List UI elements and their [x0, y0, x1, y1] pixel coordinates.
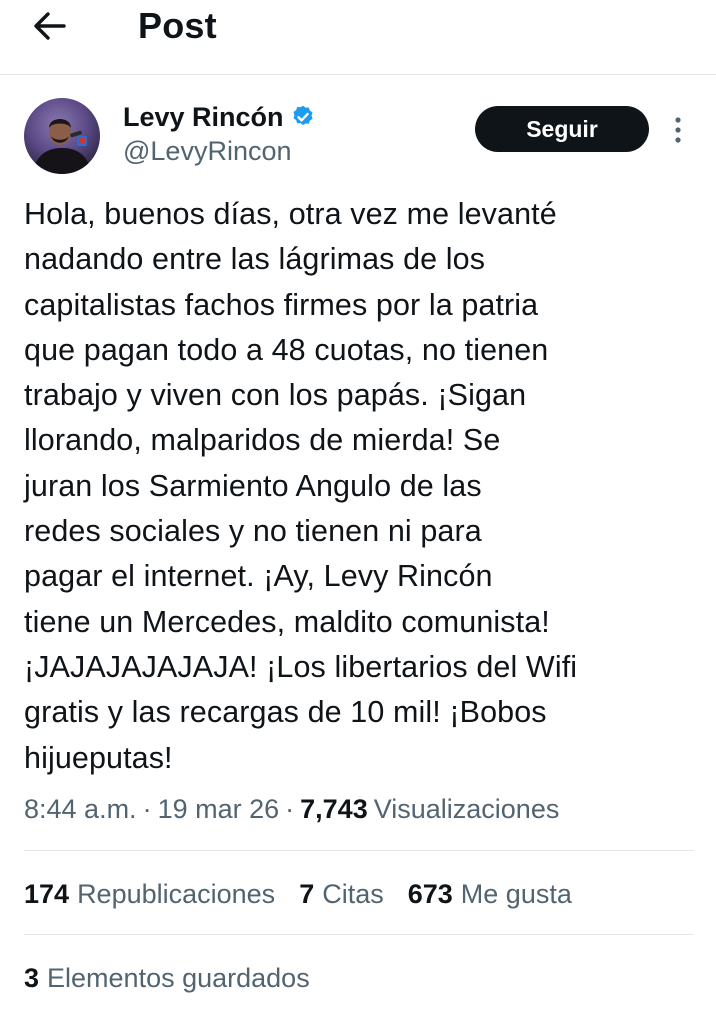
more-options-button[interactable] [666, 112, 690, 148]
post-author: Levy Rincón @LevyRincon Seguir [24, 98, 694, 178]
views-label: Visualizaciones [373, 794, 560, 824]
divider [24, 934, 694, 935]
divider [24, 850, 694, 851]
verified-badge-icon [290, 104, 316, 130]
quotes-stat[interactable]: 7 Citas [299, 872, 384, 916]
follow-button[interactable]: Seguir [475, 106, 649, 152]
likes-count: 673 [407, 879, 453, 909]
post-text: Hola, buenos días, otra vez me levanté n… [24, 197, 578, 775]
reposts-label: Republicaciones [77, 879, 276, 909]
author-name: Levy Rincón [123, 102, 284, 132]
quotes-count: 7 [299, 879, 315, 909]
bookmarks-stat[interactable]: 3 Elementos guardados [24, 956, 310, 1000]
quotes-label: Citas [322, 879, 384, 909]
author-handle[interactable]: @LevyRincon [123, 134, 292, 168]
top-bar: Post [0, 0, 716, 75]
likes-label: Me gusta [460, 879, 572, 909]
reposts-count: 174 [24, 879, 70, 909]
more-vertical-icon [675, 117, 681, 143]
likes-stat[interactable]: 673 Me gusta [408, 872, 572, 916]
bookmarks-label: Elementos guardados [47, 963, 310, 993]
meta-separator: · [142, 794, 152, 824]
post-time[interactable]: 8:44 a.m. [24, 788, 137, 830]
post-date[interactable]: 19 mar 26 [158, 788, 280, 830]
bookmarks-count: 3 [24, 963, 40, 993]
engagement-stats: 174 Republicaciones 7 Citas 673 Me gusta [24, 872, 596, 916]
views-count: 7,743 [300, 794, 368, 824]
meta-separator: · [285, 794, 295, 824]
post-meta: 8:44 a.m. · 19 mar 26 · 7,743 Visualizac… [24, 788, 559, 830]
arrow-left-icon [34, 12, 66, 40]
avatar[interactable] [24, 98, 100, 174]
author-name-row[interactable]: Levy Rincón [123, 100, 316, 134]
back-button[interactable] [22, 4, 78, 48]
reposts-stat[interactable]: 174 Republicaciones [24, 872, 275, 916]
page-title: Post [138, 5, 217, 46]
